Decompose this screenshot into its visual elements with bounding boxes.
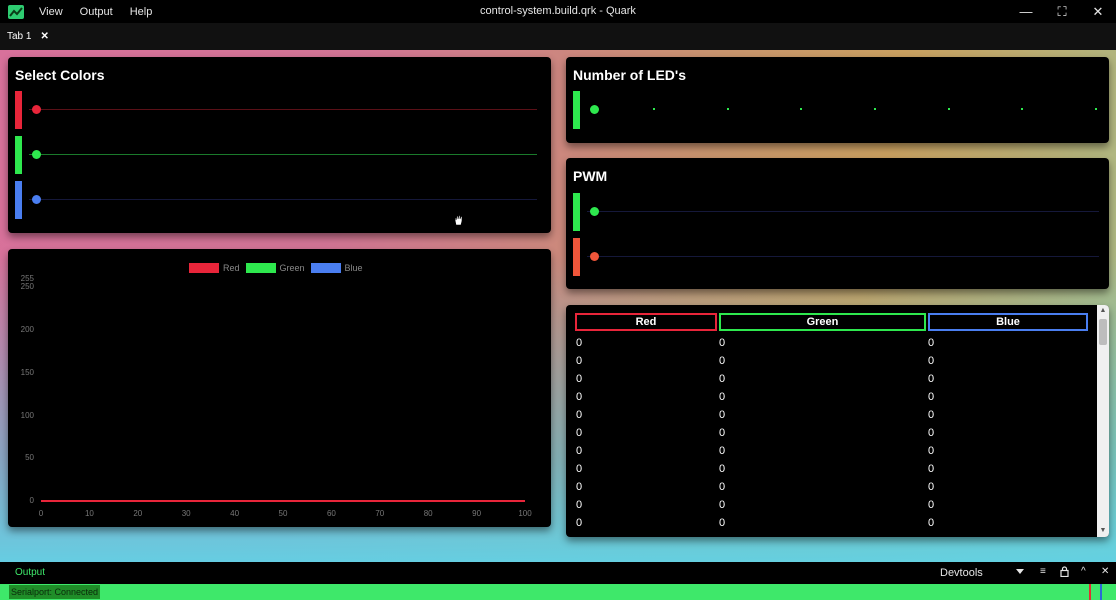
table-cell: 0	[928, 517, 935, 529]
tab-1[interactable]: Tab 1 ✕	[0, 23, 49, 50]
blue-slider-thumb[interactable]	[32, 195, 41, 204]
menu-bar: View Output Help	[39, 6, 169, 18]
table-cell: 0	[576, 499, 583, 511]
select-colors-panel: Select Colors	[8, 57, 551, 233]
table-cell: 0	[576, 463, 583, 475]
table-cell: 0	[928, 373, 935, 385]
workspace: Select Colors Red Green Blue 0 50 100 150 20…	[0, 50, 1116, 562]
table-cell: 0	[576, 517, 583, 529]
pwm-orange-slider-thumb[interactable]	[590, 252, 599, 261]
pwm-orange-slider[interactable]	[573, 238, 1099, 276]
table-cell: 0	[719, 517, 726, 529]
table-cell: 0	[719, 481, 726, 493]
maximize-button[interactable]: ⛶	[1044, 0, 1080, 23]
select-colors-title: Select Colors	[15, 67, 105, 83]
table-cell: 0	[928, 481, 935, 493]
chevron-up-icon[interactable]: ^	[1081, 566, 1086, 577]
table-scrollbar[interactable]: ▲ ▼	[1097, 305, 1109, 537]
table-header-red: Red	[575, 313, 717, 331]
led-tick	[1021, 108, 1024, 110]
led-tick	[947, 108, 950, 110]
table-cell: 0	[928, 409, 935, 421]
tab-close-icon[interactable]: ✕	[40, 31, 48, 42]
green-slider-thumb[interactable]	[32, 150, 41, 159]
table-header-blue: Blue	[928, 313, 1088, 331]
led-tick	[1095, 108, 1097, 110]
lock-icon[interactable]	[1060, 566, 1069, 580]
table-cell: 0	[576, 427, 583, 439]
table-cell: 0	[719, 445, 726, 457]
table-cell: 0	[719, 391, 726, 403]
table-cell: 0	[576, 481, 583, 493]
led-tick	[653, 108, 655, 110]
close-output-icon[interactable]: ✕	[1101, 566, 1109, 577]
devtools-select[interactable]: Devtools	[940, 567, 983, 579]
rgb-chart-panel: Red Green Blue 0 50 100 150 200 250 255 0 10 20 30…	[8, 249, 551, 527]
chevron-down-icon[interactable]	[1016, 569, 1024, 574]
table-cell: 0	[719, 463, 726, 475]
app-logo-icon	[8, 4, 24, 19]
table-cell: 0	[576, 355, 583, 367]
led-tick	[800, 108, 803, 110]
table-cell: 0	[576, 337, 583, 349]
table-cell: 0	[719, 409, 726, 421]
table-cell: 0	[928, 355, 935, 367]
leds-title: Number of LED's	[573, 67, 687, 83]
output-bar: Output Devtools ≡ ^ ✕	[0, 562, 1116, 584]
tab-label: Tab 1	[7, 31, 32, 42]
green-slider[interactable]	[15, 136, 537, 174]
table-cell: 0	[928, 337, 935, 349]
table-cell: 0	[928, 445, 935, 457]
menu-view[interactable]: View	[39, 6, 63, 18]
leds-slider[interactable]	[573, 91, 1099, 129]
table-cell: 0	[576, 373, 583, 385]
table-cell: 0	[576, 445, 583, 457]
title-bar: View Output Help control-system.build.qr…	[0, 0, 1116, 23]
clear-icon[interactable]: ≡	[1040, 566, 1046, 577]
leds-panel: Number of LED's	[566, 57, 1109, 143]
scroll-thumb[interactable]	[1099, 319, 1107, 345]
status-bar: Serialport: Connected	[0, 584, 1116, 600]
led-tick	[726, 108, 729, 110]
hand-cursor-icon	[454, 215, 463, 226]
close-button[interactable]: ✕	[1080, 0, 1116, 23]
table-cell: 0	[928, 499, 935, 511]
table-cell: 0	[928, 391, 935, 403]
table-cell: 0	[719, 499, 726, 511]
table-header-green: Green	[719, 313, 926, 331]
table-cell: 0	[719, 337, 726, 349]
led-tick	[874, 108, 876, 110]
leds-slider-thumb[interactable]	[590, 105, 599, 114]
serialport-status: Serialport: Connected	[9, 585, 101, 599]
scroll-up-icon[interactable]: ▲	[1097, 305, 1109, 317]
scroll-down-icon[interactable]: ▼	[1097, 525, 1109, 537]
table-cell: 0	[576, 409, 583, 421]
pwm-green-slider-thumb[interactable]	[590, 207, 599, 216]
window-controls: — ⛶ ✕	[1008, 0, 1116, 23]
pwm-title: PWM	[573, 168, 608, 184]
tab-bar: Tab 1 ✕	[0, 23, 1116, 50]
table-cell: 0	[719, 373, 726, 385]
table-cell: 0	[719, 427, 726, 439]
table-cell: 0	[928, 427, 935, 439]
values-table-panel: Red Green Blue 0 0 0 0 0 0 0 0 0 0 0 0 0 0 0 0 0 0 0 0 0 0 0 0 0…	[566, 305, 1109, 537]
output-tab[interactable]: Output	[15, 567, 45, 578]
minimize-button[interactable]: —	[1008, 0, 1044, 23]
pwm-panel: PWM	[566, 158, 1109, 289]
red-slider-thumb[interactable]	[32, 105, 41, 114]
chart-plot	[41, 500, 525, 502]
red-slider[interactable]	[15, 91, 537, 129]
table-cell: 0	[928, 463, 935, 475]
menu-output[interactable]: Output	[80, 6, 113, 18]
table-cell: 0	[576, 391, 583, 403]
menu-help[interactable]: Help	[130, 6, 153, 18]
pwm-green-slider[interactable]	[573, 193, 1099, 231]
table-cell: 0	[719, 355, 726, 367]
